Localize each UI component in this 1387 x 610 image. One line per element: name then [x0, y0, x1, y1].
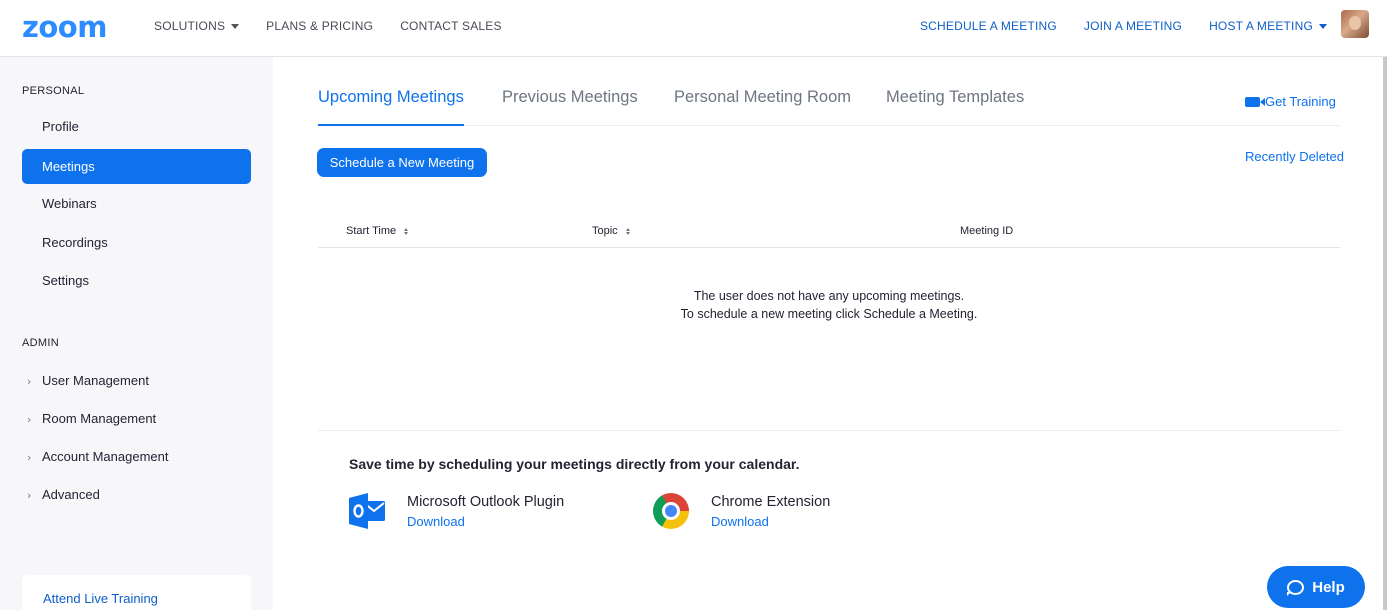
sidebar-item-label: Room Management: [42, 411, 157, 426]
column-start-time[interactable]: Start Time: [346, 225, 409, 237]
avatar[interactable]: [1341, 10, 1369, 38]
top-nav-left: SOLUTIONS PLANS & PRICING CONTACT SALES: [154, 19, 529, 33]
sort-icon: [404, 227, 409, 235]
section-title-admin: ADMIN: [22, 337, 59, 349]
nav-host-meeting[interactable]: HOST A MEETING: [1209, 19, 1327, 33]
tab-meeting-templates[interactable]: Meeting Templates: [886, 88, 1024, 126]
chrome-download-link[interactable]: Download: [711, 514, 769, 529]
top-nav-right: SCHEDULE A MEETING JOIN A MEETING HOST A…: [893, 19, 1327, 33]
sidebar-item-label: Webinars: [42, 196, 97, 211]
chevron-right-icon: ›: [27, 489, 32, 502]
nav-plans-pricing[interactable]: PLANS & PRICING: [266, 19, 373, 33]
outlook-download-link[interactable]: Download: [407, 514, 465, 529]
nav-plans-pricing-label: PLANS & PRICING: [266, 19, 374, 33]
outlook-icon: [349, 493, 385, 529]
sidebar-item-recordings[interactable]: Recordings: [22, 225, 251, 260]
chevron-right-icon: ›: [27, 413, 32, 426]
chevron-down-icon: [1319, 23, 1327, 29]
nav-solutions-label: SOLUTIONS: [154, 19, 226, 33]
empty-state-line-1: The user does not have any upcoming meet…: [693, 289, 965, 303]
column-meeting-id: Meeting ID: [960, 225, 1013, 237]
column-header-label: Start Time: [346, 225, 397, 237]
calendar-section-title: Save time by scheduling your meetings di…: [349, 456, 800, 472]
video-camera-icon: [1245, 96, 1265, 107]
tab-previous-meetings[interactable]: Previous Meetings: [502, 88, 638, 126]
sidebar-item-webinars[interactable]: Webinars: [22, 186, 251, 221]
chevron-down-icon: [231, 23, 240, 29]
empty-state: The user does not have any upcoming meet…: [318, 287, 1340, 323]
sidebar-item-label: Advanced: [42, 487, 100, 502]
tab-upcoming-meetings[interactable]: Upcoming Meetings: [318, 88, 464, 126]
sidebar-item-settings[interactable]: Settings: [22, 263, 251, 298]
sidebar: PERSONAL Profile Meetings Webinars Recor…: [0, 57, 273, 610]
nav-schedule-meeting[interactable]: SCHEDULE A MEETING: [920, 19, 1057, 33]
sidebar-item-label: Account Management: [42, 449, 169, 464]
section-title-personal: PERSONAL: [22, 85, 85, 97]
sort-icon: [625, 227, 630, 235]
chevron-right-icon: ›: [27, 375, 32, 388]
sidebar-item-advanced[interactable]: › Advanced: [22, 477, 251, 512]
sidebar-item-profile[interactable]: Profile: [22, 109, 251, 144]
chevron-right-icon: ›: [27, 451, 32, 464]
chrome-icon: [653, 493, 689, 529]
sidebar-item-account-management[interactable]: › Account Management: [22, 439, 251, 474]
attend-live-training-link[interactable]: Attend Live Training: [43, 591, 158, 606]
nav-contact-sales-label: CONTACT SALES: [400, 19, 502, 33]
schedule-new-meeting-button[interactable]: Schedule a New Meeting: [317, 148, 487, 177]
help-button-label: Help: [1312, 578, 1345, 596]
tab-personal-meeting-room[interactable]: Personal Meeting Room: [674, 88, 851, 126]
meeting-tabs: Upcoming Meetings Previous Meetings Pers…: [318, 88, 1340, 126]
nav-contact-sales[interactable]: CONTACT SALES: [400, 19, 502, 33]
nav-host-meeting-label: HOST A MEETING: [1209, 19, 1313, 33]
get-training-label: Get Training: [1265, 94, 1336, 109]
column-topic[interactable]: Topic: [592, 225, 630, 237]
sidebar-item-label: Meetings: [42, 159, 95, 174]
sidebar-item-meetings[interactable]: Meetings: [22, 149, 251, 184]
sidebar-item-user-management[interactable]: › User Management: [22, 363, 251, 398]
plugin-name: Microsoft Outlook Plugin: [407, 494, 565, 510]
help-button[interactable]: Help: [1267, 566, 1365, 608]
recently-deleted-link[interactable]: Recently Deleted: [1245, 149, 1344, 164]
sidebar-item-label: Profile: [42, 119, 79, 134]
sidebar-item-label: Settings: [42, 273, 89, 288]
nav-solutions[interactable]: SOLUTIONS: [154, 19, 240, 33]
divider: [318, 430, 1340, 431]
page-scrollbar[interactable]: [1383, 57, 1387, 610]
sidebar-item-room-management[interactable]: › Room Management: [22, 401, 251, 436]
column-header-label: Topic: [592, 225, 618, 237]
column-header-label: Meeting ID: [960, 225, 1014, 237]
get-training-link[interactable]: Get Training: [1245, 94, 1336, 109]
empty-state-line-2: To schedule a new meeting click Schedule…: [680, 307, 978, 321]
nav-schedule-meeting-label: SCHEDULE A MEETING: [919, 19, 1057, 33]
meetings-table-header: Start Time Topic Meeting ID: [318, 218, 1340, 248]
nav-join-meeting[interactable]: JOIN A MEETING: [1084, 19, 1182, 33]
nav-join-meeting-label: JOIN A MEETING: [1083, 19, 1183, 33]
chat-bubble-icon: [1287, 579, 1305, 596]
sidebar-item-label: User Management: [42, 373, 149, 388]
zoom-logo[interactable]: zoom: [22, 12, 107, 42]
sidebar-item-label: Recordings: [42, 235, 108, 250]
top-header: zoom SOLUTIONS PLANS & PRICING CONTACT S…: [0, 0, 1387, 57]
training-card: Attend Live Training: [22, 575, 251, 610]
plugin-name: Chrome Extension: [711, 494, 831, 510]
